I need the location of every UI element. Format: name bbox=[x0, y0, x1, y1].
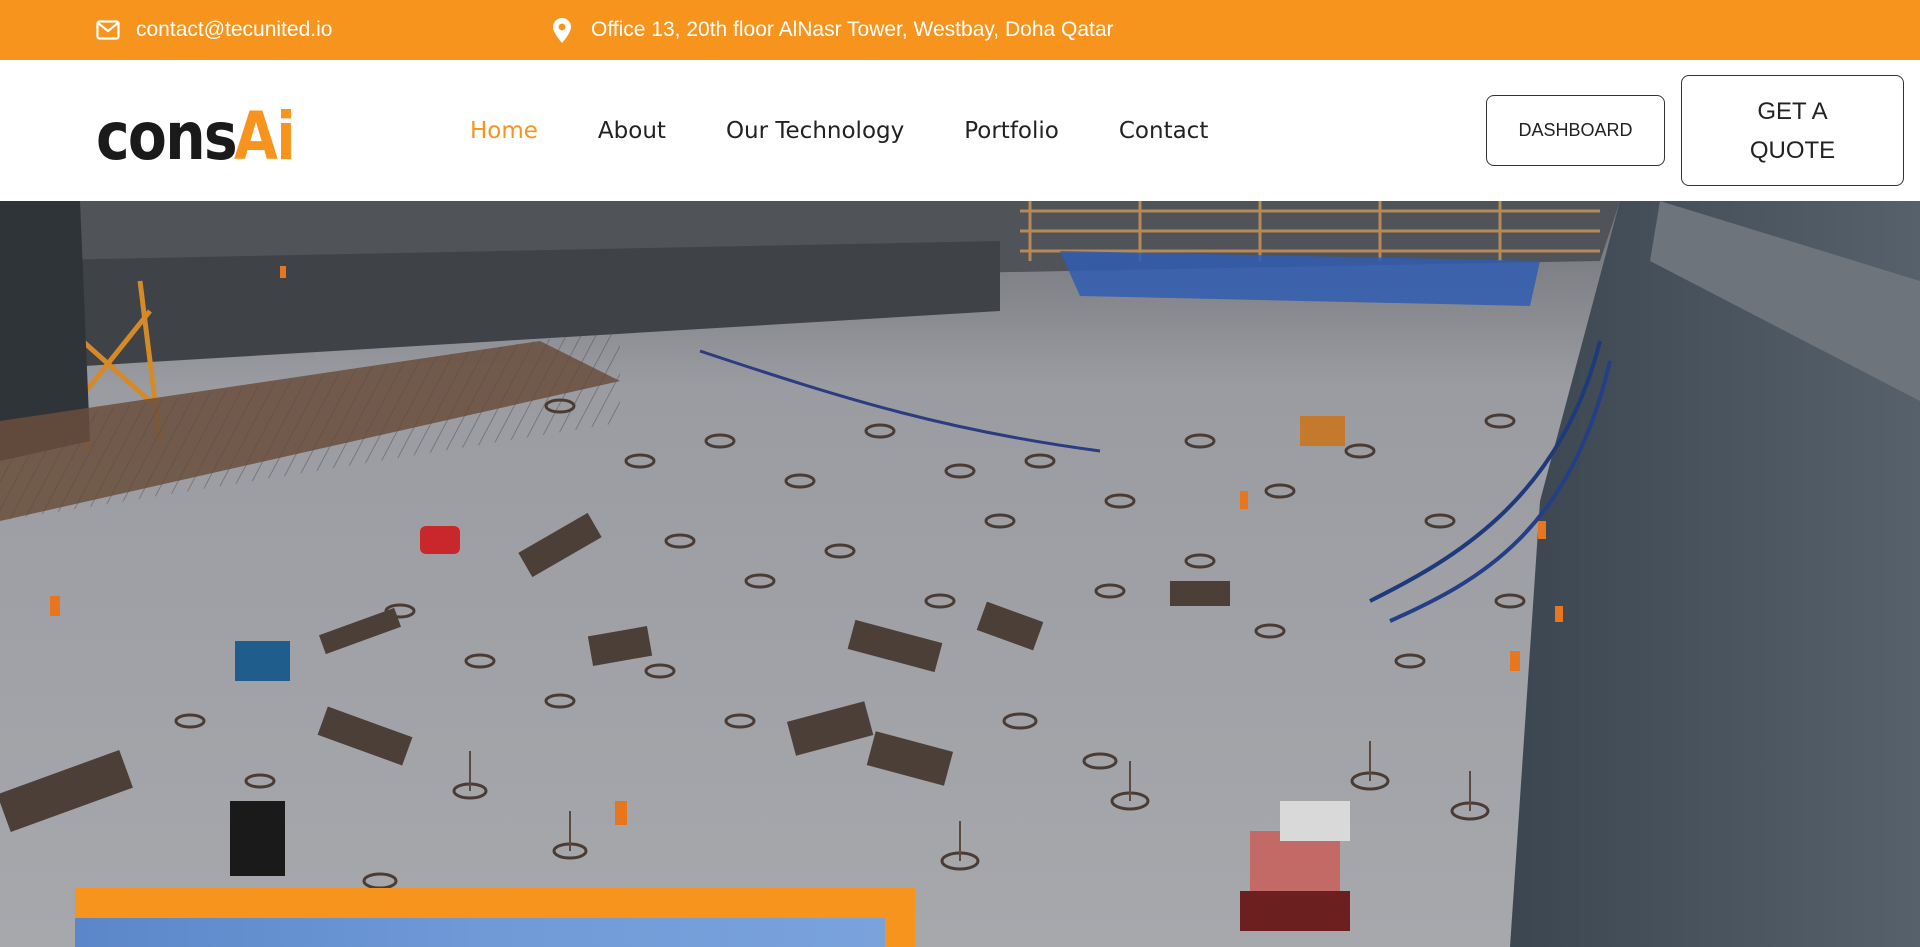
nav-about[interactable]: About bbox=[598, 118, 666, 144]
dashboard-button[interactable]: DASHBOARD bbox=[1486, 95, 1665, 166]
map-pin-icon bbox=[553, 17, 571, 43]
contact-email[interactable]: contact@tecunited.io bbox=[96, 0, 332, 60]
hero-card-image bbox=[75, 918, 885, 947]
main-nav: Home About Our Technology Portfolio Cont… bbox=[470, 60, 1268, 201]
logo-text-accent: Ai bbox=[233, 98, 296, 175]
nav-contact[interactable]: Contact bbox=[1119, 118, 1208, 144]
logo[interactable]: cons Ai bbox=[96, 90, 303, 170]
nav-home[interactable]: Home bbox=[470, 118, 538, 144]
hero-construction-site-image bbox=[0, 201, 1920, 947]
top-contact-bar: contact@tecunited.io Office 13, 20th flo… bbox=[0, 0, 1920, 60]
get-a-quote-button[interactable]: GET A QUOTE bbox=[1681, 75, 1904, 186]
nav-portfolio[interactable]: Portfolio bbox=[964, 118, 1059, 144]
contact-address-text: Office 13, 20th floor AlNasr Tower, West… bbox=[591, 18, 1114, 41]
contact-address: Office 13, 20th floor AlNasr Tower, West… bbox=[553, 0, 1114, 60]
nav-our-technology[interactable]: Our Technology bbox=[726, 118, 904, 144]
site-header: cons Ai Home About Our Technology Portfo… bbox=[0, 60, 1920, 201]
contact-email-text[interactable]: contact@tecunited.io bbox=[136, 18, 332, 42]
logo-text-dark: cons bbox=[96, 98, 238, 175]
envelope-icon bbox=[96, 20, 120, 40]
